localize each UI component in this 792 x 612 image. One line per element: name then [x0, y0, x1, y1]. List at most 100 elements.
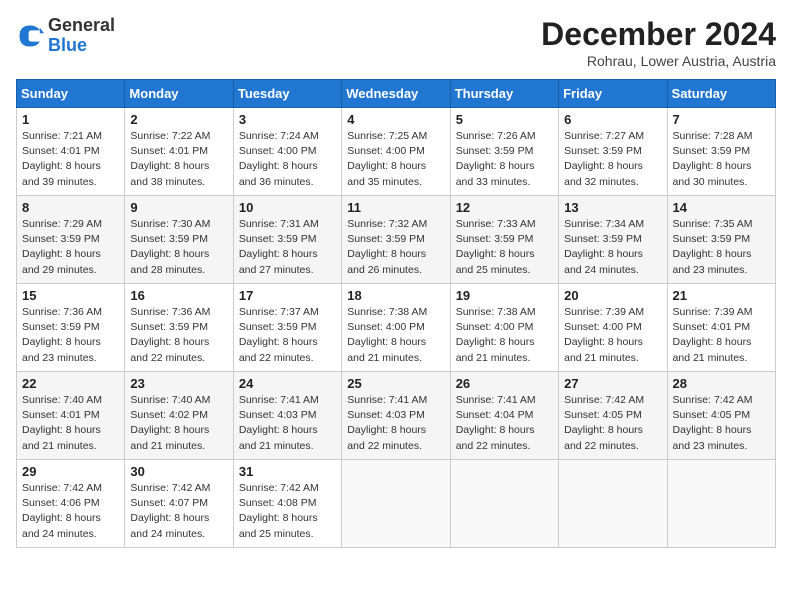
- day-info: Sunrise: 7:24 AM Sunset: 4:00 PM Dayligh…: [239, 129, 336, 190]
- day-number: 16: [130, 288, 227, 303]
- calendar-cell: 15 Sunrise: 7:36 AM Sunset: 3:59 PM Dayl…: [17, 284, 125, 372]
- calendar-cell: 23 Sunrise: 7:40 AM Sunset: 4:02 PM Dayl…: [125, 372, 233, 460]
- calendar-cell: 9 Sunrise: 7:30 AM Sunset: 3:59 PM Dayli…: [125, 196, 233, 284]
- day-info: Sunrise: 7:30 AM Sunset: 3:59 PM Dayligh…: [130, 217, 227, 278]
- weekday-header-wednesday: Wednesday: [342, 80, 450, 108]
- page-header: General Blue December 2024 Rohrau, Lower…: [16, 16, 776, 69]
- title-area: December 2024 Rohrau, Lower Austria, Aus…: [541, 16, 776, 69]
- day-info: Sunrise: 7:40 AM Sunset: 4:01 PM Dayligh…: [22, 393, 119, 454]
- day-number: 5: [456, 112, 553, 127]
- day-info: Sunrise: 7:42 AM Sunset: 4:05 PM Dayligh…: [673, 393, 770, 454]
- calendar-cell: [450, 460, 558, 548]
- weekday-header-thursday: Thursday: [450, 80, 558, 108]
- weekday-header-monday: Monday: [125, 80, 233, 108]
- calendar-cell: 20 Sunrise: 7:39 AM Sunset: 4:00 PM Dayl…: [559, 284, 667, 372]
- day-info: Sunrise: 7:41 AM Sunset: 4:03 PM Dayligh…: [347, 393, 444, 454]
- day-number: 11: [347, 200, 444, 215]
- day-info: Sunrise: 7:35 AM Sunset: 3:59 PM Dayligh…: [673, 217, 770, 278]
- weekday-header-sunday: Sunday: [17, 80, 125, 108]
- day-info: Sunrise: 7:37 AM Sunset: 3:59 PM Dayligh…: [239, 305, 336, 366]
- calendar-cell: 5 Sunrise: 7:26 AM Sunset: 3:59 PM Dayli…: [450, 108, 558, 196]
- day-info: Sunrise: 7:33 AM Sunset: 3:59 PM Dayligh…: [456, 217, 553, 278]
- day-number: 6: [564, 112, 661, 127]
- logo-text: General Blue: [48, 16, 115, 56]
- weekday-header-tuesday: Tuesday: [233, 80, 341, 108]
- day-number: 22: [22, 376, 119, 391]
- calendar-cell: 25 Sunrise: 7:41 AM Sunset: 4:03 PM Dayl…: [342, 372, 450, 460]
- day-info: Sunrise: 7:34 AM Sunset: 3:59 PM Dayligh…: [564, 217, 661, 278]
- calendar-cell: 6 Sunrise: 7:27 AM Sunset: 3:59 PM Dayli…: [559, 108, 667, 196]
- day-info: Sunrise: 7:41 AM Sunset: 4:03 PM Dayligh…: [239, 393, 336, 454]
- day-info: Sunrise: 7:31 AM Sunset: 3:59 PM Dayligh…: [239, 217, 336, 278]
- calendar-cell: 12 Sunrise: 7:33 AM Sunset: 3:59 PM Dayl…: [450, 196, 558, 284]
- day-number: 7: [673, 112, 770, 127]
- calendar-cell: 13 Sunrise: 7:34 AM Sunset: 3:59 PM Dayl…: [559, 196, 667, 284]
- day-info: Sunrise: 7:40 AM Sunset: 4:02 PM Dayligh…: [130, 393, 227, 454]
- calendar-cell: 26 Sunrise: 7:41 AM Sunset: 4:04 PM Dayl…: [450, 372, 558, 460]
- day-number: 8: [22, 200, 119, 215]
- month-title: December 2024: [541, 16, 776, 53]
- day-info: Sunrise: 7:42 AM Sunset: 4:07 PM Dayligh…: [130, 481, 227, 542]
- calendar-cell: 28 Sunrise: 7:42 AM Sunset: 4:05 PM Dayl…: [667, 372, 775, 460]
- calendar-cell: 27 Sunrise: 7:42 AM Sunset: 4:05 PM Dayl…: [559, 372, 667, 460]
- calendar-cell: 11 Sunrise: 7:32 AM Sunset: 3:59 PM Dayl…: [342, 196, 450, 284]
- calendar-cell: 30 Sunrise: 7:42 AM Sunset: 4:07 PM Dayl…: [125, 460, 233, 548]
- day-info: Sunrise: 7:22 AM Sunset: 4:01 PM Dayligh…: [130, 129, 227, 190]
- day-info: Sunrise: 7:27 AM Sunset: 3:59 PM Dayligh…: [564, 129, 661, 190]
- calendar-cell: 8 Sunrise: 7:29 AM Sunset: 3:59 PM Dayli…: [17, 196, 125, 284]
- calendar-cell: 21 Sunrise: 7:39 AM Sunset: 4:01 PM Dayl…: [667, 284, 775, 372]
- weekday-header-friday: Friday: [559, 80, 667, 108]
- calendar-cell: 1 Sunrise: 7:21 AM Sunset: 4:01 PM Dayli…: [17, 108, 125, 196]
- day-number: 24: [239, 376, 336, 391]
- day-info: Sunrise: 7:36 AM Sunset: 3:59 PM Dayligh…: [22, 305, 119, 366]
- day-number: 1: [22, 112, 119, 127]
- location: Rohrau, Lower Austria, Austria: [541, 53, 776, 69]
- calendar-cell: 16 Sunrise: 7:36 AM Sunset: 3:59 PM Dayl…: [125, 284, 233, 372]
- calendar-cell: 31 Sunrise: 7:42 AM Sunset: 4:08 PM Dayl…: [233, 460, 341, 548]
- calendar-cell: 24 Sunrise: 7:41 AM Sunset: 4:03 PM Dayl…: [233, 372, 341, 460]
- day-info: Sunrise: 7:38 AM Sunset: 4:00 PM Dayligh…: [347, 305, 444, 366]
- day-number: 28: [673, 376, 770, 391]
- calendar-cell: 10 Sunrise: 7:31 AM Sunset: 3:59 PM Dayl…: [233, 196, 341, 284]
- calendar-cell: [342, 460, 450, 548]
- calendar-cell: [559, 460, 667, 548]
- day-info: Sunrise: 7:38 AM Sunset: 4:00 PM Dayligh…: [456, 305, 553, 366]
- day-number: 23: [130, 376, 227, 391]
- day-info: Sunrise: 7:39 AM Sunset: 4:00 PM Dayligh…: [564, 305, 661, 366]
- day-info: Sunrise: 7:26 AM Sunset: 3:59 PM Dayligh…: [456, 129, 553, 190]
- calendar-week-5: 29 Sunrise: 7:42 AM Sunset: 4:06 PM Dayl…: [17, 460, 776, 548]
- logo: General Blue: [16, 16, 115, 56]
- calendar-cell: 3 Sunrise: 7:24 AM Sunset: 4:00 PM Dayli…: [233, 108, 341, 196]
- day-number: 31: [239, 464, 336, 479]
- calendar-cell: 18 Sunrise: 7:38 AM Sunset: 4:00 PM Dayl…: [342, 284, 450, 372]
- day-number: 12: [456, 200, 553, 215]
- day-number: 10: [239, 200, 336, 215]
- calendar-cell: 22 Sunrise: 7:40 AM Sunset: 4:01 PM Dayl…: [17, 372, 125, 460]
- calendar-week-2: 8 Sunrise: 7:29 AM Sunset: 3:59 PM Dayli…: [17, 196, 776, 284]
- day-number: 29: [22, 464, 119, 479]
- day-info: Sunrise: 7:42 AM Sunset: 4:05 PM Dayligh…: [564, 393, 661, 454]
- calendar-week-4: 22 Sunrise: 7:40 AM Sunset: 4:01 PM Dayl…: [17, 372, 776, 460]
- day-info: Sunrise: 7:42 AM Sunset: 4:08 PM Dayligh…: [239, 481, 336, 542]
- day-number: 18: [347, 288, 444, 303]
- weekday-header-saturday: Saturday: [667, 80, 775, 108]
- day-number: 14: [673, 200, 770, 215]
- calendar-week-1: 1 Sunrise: 7:21 AM Sunset: 4:01 PM Dayli…: [17, 108, 776, 196]
- day-number: 9: [130, 200, 227, 215]
- day-number: 17: [239, 288, 336, 303]
- day-info: Sunrise: 7:41 AM Sunset: 4:04 PM Dayligh…: [456, 393, 553, 454]
- day-number: 15: [22, 288, 119, 303]
- calendar-cell: 4 Sunrise: 7:25 AM Sunset: 4:00 PM Dayli…: [342, 108, 450, 196]
- day-info: Sunrise: 7:39 AM Sunset: 4:01 PM Dayligh…: [673, 305, 770, 366]
- day-number: 27: [564, 376, 661, 391]
- day-info: Sunrise: 7:32 AM Sunset: 3:59 PM Dayligh…: [347, 217, 444, 278]
- day-info: Sunrise: 7:29 AM Sunset: 3:59 PM Dayligh…: [22, 217, 119, 278]
- day-number: 25: [347, 376, 444, 391]
- day-info: Sunrise: 7:36 AM Sunset: 3:59 PM Dayligh…: [130, 305, 227, 366]
- day-number: 3: [239, 112, 336, 127]
- day-info: Sunrise: 7:42 AM Sunset: 4:06 PM Dayligh…: [22, 481, 119, 542]
- calendar-cell: 19 Sunrise: 7:38 AM Sunset: 4:00 PM Dayl…: [450, 284, 558, 372]
- day-number: 26: [456, 376, 553, 391]
- calendar-cell: 14 Sunrise: 7:35 AM Sunset: 3:59 PM Dayl…: [667, 196, 775, 284]
- calendar-cell: 2 Sunrise: 7:22 AM Sunset: 4:01 PM Dayli…: [125, 108, 233, 196]
